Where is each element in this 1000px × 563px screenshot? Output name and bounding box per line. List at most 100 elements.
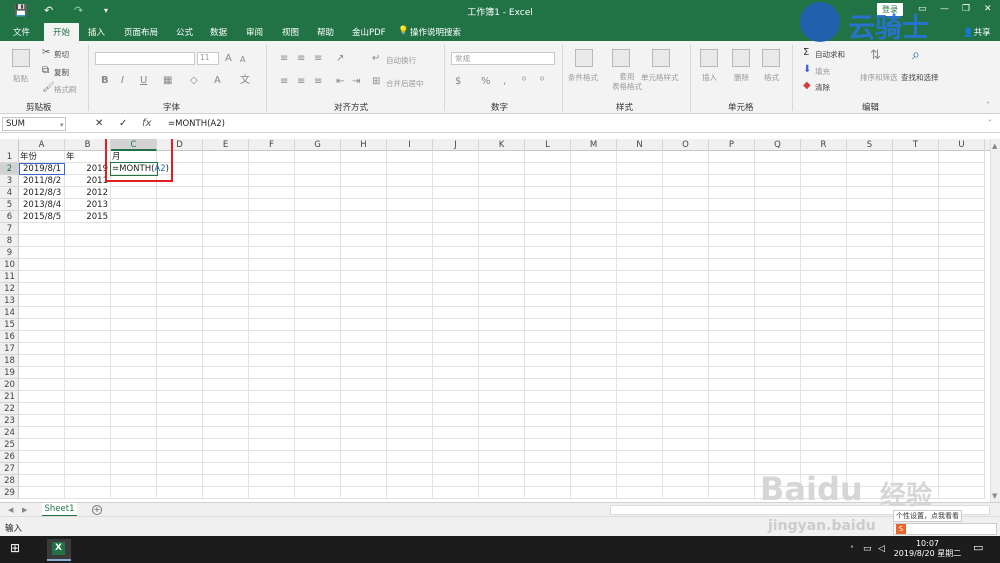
cell-a5[interactable]: 2013/8/4 (23, 199, 67, 211)
row-header[interactable]: 23 (0, 415, 19, 427)
accounting-icon[interactable]: $ (455, 77, 461, 87)
row-header[interactable]: 26 (0, 451, 19, 463)
ime-toolbar[interactable]: S (893, 523, 997, 535)
copy-icon[interactable]: ⧉ (42, 66, 49, 76)
select-all-corner[interactable] (0, 139, 19, 151)
row-header[interactable]: 18 (0, 355, 19, 367)
number-format-combo[interactable]: 常规 (451, 52, 555, 65)
font-name-combo[interactable] (95, 52, 195, 65)
underline-button[interactable]: U (140, 76, 147, 86)
increase-indent-icon[interactable]: ⇥ (352, 77, 360, 87)
row-header[interactable]: 10 (0, 259, 19, 271)
percent-icon[interactable]: % (481, 77, 491, 87)
clear-button[interactable]: 清除 (815, 82, 830, 93)
insert-cells-button[interactable]: 插入 (702, 72, 717, 83)
wrap-text-icon[interactable]: ↵ (372, 54, 380, 64)
format-painter-icon[interactable]: 🖌 (42, 83, 55, 93)
name-box-dropdown-icon[interactable]: ▾ (60, 120, 64, 130)
cell-a3[interactable]: 2011/8/2 (23, 175, 67, 187)
row-header[interactable]: 14 (0, 307, 19, 319)
column-header-k[interactable]: K (479, 139, 525, 151)
row-header[interactable]: 12 (0, 283, 19, 295)
conditional-format-button[interactable]: 条件格式 (568, 72, 598, 83)
merge-center-icon[interactable]: ⊞ (372, 77, 380, 87)
align-left-icon[interactable]: ≡ (280, 77, 288, 87)
conditional-format-icon[interactable] (575, 49, 593, 67)
cell-b4[interactable]: 2012 (66, 187, 110, 199)
format-cells-button[interactable]: 格式 (764, 72, 779, 83)
delete-cells-icon[interactable] (732, 49, 750, 67)
eraser-icon[interactable]: ◆ (803, 81, 811, 91)
column-header-j[interactable]: J (433, 139, 479, 151)
cell-b5[interactable]: 2013 (66, 199, 110, 211)
column-header-m[interactable]: M (571, 139, 617, 151)
row-header[interactable]: 7 (0, 223, 19, 235)
column-header-f[interactable]: F (249, 139, 295, 151)
minimize-icon[interactable]: — (940, 4, 949, 14)
paste-icon[interactable] (12, 49, 30, 67)
row-header[interactable]: 16 (0, 331, 19, 343)
row-header[interactable]: 28 (0, 475, 19, 487)
format-cells-icon[interactable] (762, 49, 780, 67)
phonetic-icon[interactable]: 文 (240, 76, 250, 86)
tray-arrow-icon[interactable]: ˄ (850, 545, 854, 555)
tab-formulas[interactable]: 公式 (176, 26, 193, 38)
autosum-button[interactable]: 自动求和 (815, 49, 845, 60)
tell-me-search[interactable]: 操作说明搜索 (410, 26, 461, 38)
row-header[interactable]: 25 (0, 439, 19, 451)
font-size-combo[interactable]: 11 (197, 52, 219, 65)
find-select-button[interactable]: 查找和选择 (901, 72, 939, 83)
column-header-a[interactable]: A (19, 139, 65, 151)
row-header[interactable]: 4 (0, 187, 19, 199)
merge-center-button[interactable]: 合并后居中 (386, 78, 424, 89)
row-header[interactable]: 9 (0, 247, 19, 259)
sort-filter-button[interactable]: 排序和筛选 (860, 72, 898, 83)
row-header[interactable]: 5 (0, 199, 19, 211)
row-header[interactable]: 15 (0, 319, 19, 331)
row-header[interactable]: 19 (0, 367, 19, 379)
column-header-r[interactable]: R (801, 139, 847, 151)
copy-button[interactable]: 复制 (54, 67, 69, 78)
magnifier-icon[interactable]: ⌕ (912, 48, 920, 62)
format-painter-button[interactable]: 格式刷 (54, 84, 77, 95)
network-icon[interactable]: ▭ (863, 544, 872, 554)
row-header[interactable]: 13 (0, 295, 19, 307)
border-icon[interactable]: ▦ (163, 76, 172, 86)
tab-view[interactable]: 视图 (282, 26, 299, 38)
row-header[interactable]: 11 (0, 271, 19, 283)
restore-icon[interactable]: ❐ (962, 4, 970, 14)
taskbar-clock[interactable]: 10:07 2019/8/20 星期二 (890, 539, 965, 559)
cell-a4[interactable]: 2012/8/3 (23, 187, 67, 199)
worksheet-grid[interactable]: ABCDEFGHIJKLMNOPQRSTU 1 2 3 4 5 6 7 8 9 10 11 12 13 1… (0, 139, 990, 502)
scissors-icon[interactable]: ✂ (42, 48, 50, 58)
column-header-l[interactable]: L (525, 139, 571, 151)
insert-cells-icon[interactable] (700, 49, 718, 67)
column-header-g[interactable]: G (295, 139, 341, 151)
prev-sheet-icon[interactable]: ◀ (8, 505, 13, 515)
align-right-icon[interactable]: ≡ (314, 77, 322, 87)
scroll-up-icon[interactable]: ▲ (992, 141, 997, 151)
wrap-text-button[interactable]: 自动换行 (386, 55, 416, 66)
bold-button[interactable]: B (101, 76, 109, 86)
row-header[interactable]: 20 (0, 379, 19, 391)
middle-align-icon[interactable]: ≡ (297, 54, 305, 64)
add-sheet-icon[interactable]: + (92, 505, 102, 515)
column-header-q[interactable]: Q (755, 139, 801, 151)
increase-decimal-icon[interactable]: ⁰ (522, 77, 526, 87)
font-color-icon[interactable]: A (214, 76, 221, 86)
cancel-icon[interactable]: ✕ (95, 119, 103, 129)
sort-filter-icon[interactable]: ⇅ (870, 49, 881, 62)
cell-a6[interactable]: 2015/8/5 (23, 211, 67, 223)
column-header-t[interactable]: T (893, 139, 939, 151)
sogou-ime-icon[interactable]: S (896, 524, 906, 534)
column-header-o[interactable]: O (663, 139, 709, 151)
row-header[interactable]: 8 (0, 235, 19, 247)
insert-function-icon[interactable]: fx (142, 119, 151, 129)
tab-data[interactable]: 数据 (210, 26, 227, 38)
next-sheet-icon[interactable]: ▶ (22, 505, 27, 515)
formula-input[interactable]: =MONTH(A2) (168, 119, 225, 129)
increase-font-icon[interactable]: A (225, 54, 232, 64)
tab-kingsoft-pdf[interactable]: 金山PDF (352, 26, 386, 38)
column-header-h[interactable]: H (341, 139, 387, 151)
row-header[interactable]: 27 (0, 463, 19, 475)
